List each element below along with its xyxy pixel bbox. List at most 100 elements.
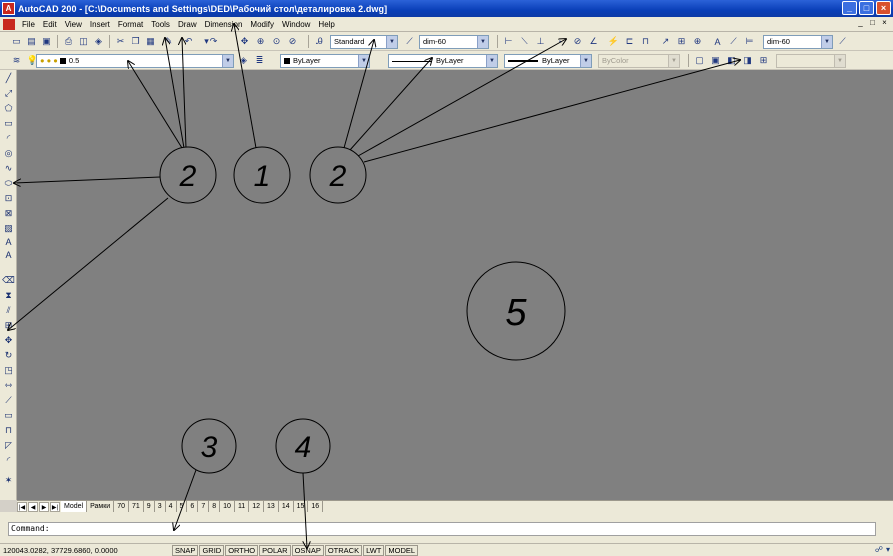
spline-icon[interactable]: ∿ <box>2 162 15 175</box>
array-icon[interactable]: ⊞ <box>2 319 15 332</box>
aligned-dimension-icon[interactable]: ⟍ <box>518 35 531 48</box>
dimension-text-edit-icon[interactable]: ⟋ <box>727 35 740 48</box>
linear-dimension-icon[interactable]: ⊢ <box>502 35 515 48</box>
hatch-icon[interactable]: ▨ <box>2 222 15 235</box>
layout-tab[interactable]: 70 <box>114 501 129 512</box>
layout-tab[interactable]: 14 <box>278 501 294 512</box>
last-tab-button[interactable]: ▶| <box>50 501 60 512</box>
arc-icon[interactable]: ◜ <box>2 132 15 145</box>
communication-center-icon[interactable]: ☍ <box>875 545 883 554</box>
dimension-style-icon[interactable]: ⟋ <box>403 35 416 48</box>
chevron-down-icon[interactable]: ▼ <box>358 55 369 67</box>
make-current-layer-icon[interactable]: ◈ <box>237 54 250 67</box>
dimension-style-icon[interactable]: ⟋ <box>836 35 849 48</box>
layout-tab[interactable]: Model <box>61 501 88 512</box>
paste-icon[interactable]: ▦ <box>144 35 157 48</box>
offset-icon[interactable]: ⫽ <box>2 304 15 317</box>
zoom-window-icon[interactable]: ⊙ <box>270 35 283 48</box>
break-icon[interactable]: ▭ <box>2 409 15 422</box>
tolerance-icon[interactable]: ⊞ <box>675 35 688 48</box>
lineweight-select[interactable]: ByLayer ▼ <box>504 54 592 68</box>
copy-icon[interactable]: ❐ <box>129 35 142 48</box>
ellipse-icon[interactable]: ⬭ <box>2 177 15 190</box>
dim-style-select-right[interactable]: dim-60 ▼ <box>763 35 833 49</box>
next-tab-button[interactable]: ▶ <box>39 501 49 512</box>
layout-tab[interactable]: 4 <box>165 501 177 512</box>
layout-tab[interactable]: 16 <box>308 501 324 512</box>
cut-icon[interactable]: ✂ <box>114 35 127 48</box>
ordinate-dimension-icon[interactable]: ⊥ <box>534 35 547 48</box>
drawing-area[interactable] <box>17 70 893 500</box>
insert-block-icon[interactable]: ⊠ <box>2 207 15 220</box>
text-icon[interactable]: A <box>2 235 15 248</box>
dimension-edit-icon[interactable]: A <box>711 35 724 48</box>
erase-icon[interactable]: ⌫ <box>2 274 15 287</box>
diameter-dimension-icon[interactable]: ⊘ <box>571 35 584 48</box>
zoom-previous-icon[interactable]: ⊘ <box>286 35 299 48</box>
block-icon[interactable]: ⊡ <box>2 192 15 205</box>
model-space-icon[interactable]: ▢ <box>693 54 706 67</box>
new-file-icon[interactable]: ▭ <box>10 35 23 48</box>
rotate-icon[interactable]: ↻ <box>2 349 15 362</box>
color-select[interactable]: ByLayer ▼ <box>280 54 370 68</box>
move-icon[interactable]: ✥ <box>2 334 15 347</box>
layout-tab[interactable]: 12 <box>249 501 265 512</box>
dim-style-select[interactable]: dim-60 ▼ <box>419 35 489 49</box>
menu-tools[interactable]: Tools <box>147 20 174 29</box>
construction-line-icon[interactable]: ⤢ <box>2 87 15 100</box>
layer-manager-icon[interactable]: ≋ <box>10 54 23 67</box>
match-properties-icon[interactable]: ✎ <box>162 35 175 48</box>
status-toggle-snap[interactable]: SNAP <box>172 544 199 556</box>
pan-icon[interactable]: ✥ <box>238 35 251 48</box>
dimension-update-icon[interactable]: ⊨ <box>743 35 756 48</box>
menu-modify[interactable]: Modify <box>246 20 278 29</box>
stretch-icon[interactable]: ⇿ <box>2 379 15 392</box>
menu-file[interactable]: File <box>18 20 39 29</box>
zoom-realtime-icon[interactable]: ⊕ <box>254 35 267 48</box>
layout-tab[interactable]: 15 <box>293 501 309 512</box>
center-mark-icon[interactable]: ⊕ <box>691 35 704 48</box>
publish-icon[interactable]: ◈ <box>92 35 105 48</box>
doc-restore-button[interactable]: □ <box>867 18 878 29</box>
plot-icon[interactable]: ⎙ <box>62 35 75 48</box>
menu-draw[interactable]: Draw <box>174 20 201 29</box>
status-toggle-ortho[interactable]: ORTHO <box>225 544 259 556</box>
clip-viewport-icon[interactable]: ◧ <box>725 54 738 67</box>
undo-icon[interactable]: ↶ <box>182 35 195 48</box>
layout-tab[interactable]: 10 <box>220 501 235 512</box>
text-style-icon[interactable]: Ꭿ <box>313 35 326 48</box>
status-menu-icon[interactable]: ▾ <box>886 545 890 554</box>
layout-tab[interactable]: 3 <box>154 501 166 512</box>
layout-tab[interactable]: 13 <box>264 501 279 512</box>
quick-dimension-icon[interactable]: ⚡ <box>607 35 620 48</box>
mirror-icon[interactable]: ⧗ <box>2 289 15 302</box>
layout-tab[interactable]: 11 <box>234 501 250 512</box>
line-icon[interactable]: ╱ <box>2 72 15 85</box>
layout-tab[interactable]: 5 <box>176 501 188 512</box>
layout-tab[interactable]: Рамки <box>87 501 115 512</box>
viewports-icon[interactable]: ⊞ <box>757 54 770 67</box>
menu-dimension[interactable]: Dimension <box>201 20 247 29</box>
status-toggle-otrack[interactable]: OTRACK <box>324 544 363 556</box>
circle-icon[interactable]: ◎ <box>2 147 15 160</box>
angular-dimension-icon[interactable]: ∠ <box>587 35 600 48</box>
chevron-down-icon[interactable]: ▼ <box>821 36 832 48</box>
minimize-button[interactable]: _ <box>842 1 857 15</box>
continue-dimension-icon[interactable]: ⊓ <box>639 35 652 48</box>
chamfer-icon[interactable]: ◸ <box>2 439 15 452</box>
text-style-select[interactable]: Standard ▼ <box>330 35 398 49</box>
menu-help[interactable]: Help <box>314 20 338 29</box>
open-file-icon[interactable]: ▤ <box>25 35 38 48</box>
chevron-down-icon[interactable]: ▼ <box>486 55 497 67</box>
status-toggle-model[interactable]: MODEL <box>385 544 419 556</box>
status-toggle-lwt[interactable]: LWT <box>363 544 385 556</box>
command-line[interactable]: Command: <box>8 522 876 536</box>
leader-icon[interactable]: ↗ <box>659 35 672 48</box>
status-toggle-polar[interactable]: POLAR <box>259 544 291 556</box>
multiline-text-icon[interactable]: A <box>2 248 15 261</box>
chevron-down-icon[interactable]: ▼ <box>580 55 591 67</box>
rectangle-icon[interactable]: ▭ <box>2 117 15 130</box>
viewport-icon[interactable]: ▣ <box>709 54 722 67</box>
layout-tab[interactable]: 6 <box>187 501 199 512</box>
layer-select[interactable]: ● ● ● 0.5 ▼ <box>36 54 234 68</box>
